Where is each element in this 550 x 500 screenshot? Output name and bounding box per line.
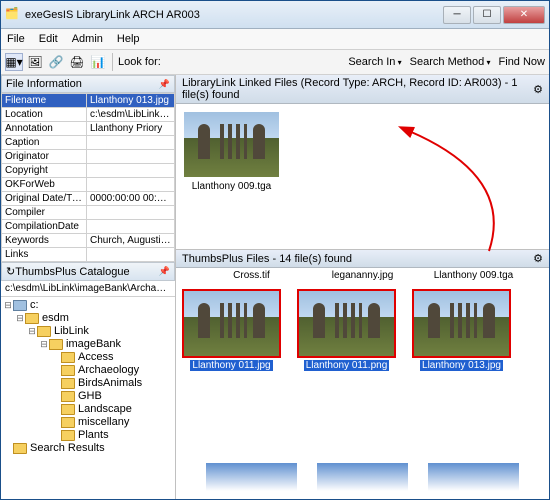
- titlebar: 🗂️ exeGesIS LibraryLink ARCH AR003 ─ ☐ ✕: [1, 1, 549, 29]
- pin-icon[interactable]: 📌: [159, 266, 170, 277]
- app-icon: 🗂️: [5, 7, 21, 23]
- file-info-row[interactable]: FilenameLlanthony 013.jpg: [2, 94, 175, 108]
- file-info-table: FilenameLlanthony 013.jpgLocationc:\esdm…: [1, 93, 175, 262]
- tree-node[interactable]: ⊟c:: [1, 299, 175, 312]
- thumb-selected[interactable]: Llanthony 013.jpg: [414, 291, 509, 371]
- look-for-label: Look for:: [118, 56, 161, 68]
- thumb-selected[interactable]: Llanthony 011.jpg: [184, 291, 279, 371]
- file-info-row[interactable]: Links: [2, 248, 175, 262]
- tree-node[interactable]: Plants: [1, 429, 175, 442]
- file-info-header: File Information 📌: [1, 75, 175, 93]
- separator: [112, 53, 113, 71]
- grid-view-icon[interactable]: ▦▾: [5, 53, 23, 71]
- search-method-dropdown[interactable]: Search Method: [410, 56, 491, 68]
- tree-node[interactable]: ⊟LibLink: [1, 325, 175, 338]
- linked-thumb[interactable]: Llanthony 009.tga: [184, 112, 279, 192]
- catalog-path: c:\esdm\LibLink\imageBank\Archaeolo: [1, 281, 175, 297]
- file-info-row[interactable]: CompilationDate: [2, 220, 175, 234]
- gear-icon[interactable]: ⚙: [533, 83, 543, 96]
- file-info-row[interactable]: Originator: [2, 150, 175, 164]
- tool-icon-3[interactable]: 🖨: [68, 53, 86, 71]
- tree-node[interactable]: GHB: [1, 390, 175, 403]
- tool-icon-4[interactable]: 📊: [89, 53, 107, 71]
- menu-file[interactable]: File: [7, 33, 25, 45]
- catalog-header: ↻ ThumbsPlus Catalogue 📌: [1, 262, 175, 281]
- file-info-row[interactable]: OKForWeb: [2, 178, 175, 192]
- pin-icon[interactable]: 📌: [159, 79, 170, 90]
- minimize-button[interactable]: ─: [443, 6, 471, 24]
- window-title: exeGesIS LibraryLink ARCH AR003: [25, 9, 443, 21]
- linked-files-header: LibraryLink Linked Files (Record Type: A…: [176, 75, 549, 104]
- menubar: File Edit Admin Help: [1, 29, 549, 49]
- partial-thumbs-row: [176, 459, 549, 499]
- find-now-button[interactable]: Find Now: [499, 56, 545, 68]
- annotation-arrow: [339, 116, 519, 256]
- file-info-row[interactable]: Copyright: [2, 164, 175, 178]
- folder-tree[interactable]: ⊟c:⊟esdm⊟LibLink⊟imageBankAccessArchaeol…: [1, 297, 175, 457]
- thumb-name: legananny.jpg: [317, 270, 408, 281]
- maximize-button[interactable]: ☐: [473, 6, 501, 24]
- thumb-caption: Llanthony 013.jpg: [420, 360, 503, 371]
- thumb-name: Llanthony 009.tga: [428, 270, 519, 281]
- file-info-row[interactable]: AnnotationLlanthony Priory: [2, 122, 175, 136]
- menu-admin[interactable]: Admin: [72, 33, 103, 45]
- tree-node[interactable]: miscellany: [1, 416, 175, 429]
- file-info-row[interactable]: Locationc:\esdm\LibLink\im 013.jpg: [2, 108, 175, 122]
- thumb-name: Cross.tif: [206, 270, 297, 281]
- search-in-dropdown[interactable]: Search In: [348, 56, 401, 68]
- tree-node[interactable]: BirdsAnimals: [1, 377, 175, 390]
- toolbar: ▦▾ 🖼 🔗 🖨 📊 Look for: Search In Search Me…: [1, 49, 549, 75]
- tree-node[interactable]: Search Results: [1, 442, 175, 455]
- file-info-row[interactable]: Caption: [2, 136, 175, 150]
- file-info-row[interactable]: Original Date/Time0000:00:00 00:00:00: [2, 192, 175, 206]
- tree-node[interactable]: ⊟imageBank: [1, 338, 175, 351]
- menu-help[interactable]: Help: [117, 33, 140, 45]
- tree-node[interactable]: Archaeology: [1, 364, 175, 377]
- thumb-names-row: Cross.tif legananny.jpg Llanthony 009.tga: [176, 268, 549, 283]
- gear-icon[interactable]: ⚙: [533, 252, 543, 265]
- refresh-icon[interactable]: ↻: [6, 265, 15, 278]
- file-info-row[interactable]: KeywordsChurch, Augustinian, Priory: [2, 234, 175, 248]
- menu-edit[interactable]: Edit: [39, 33, 58, 45]
- close-button[interactable]: ✕: [503, 6, 545, 24]
- file-info-row[interactable]: Compiler: [2, 206, 175, 220]
- thumb-selected[interactable]: Llanthony 011.png: [299, 291, 394, 371]
- thumbs-header: ThumbsPlus Files - 14 file(s) found ⚙: [176, 250, 549, 268]
- tool-icon-2[interactable]: 🔗: [47, 53, 65, 71]
- thumb-caption: Llanthony 011.png: [304, 360, 390, 371]
- thumb-caption: Llanthony 011.jpg: [190, 360, 272, 371]
- tree-node[interactable]: Access: [1, 351, 175, 364]
- thumb-caption: Llanthony 009.tga: [192, 181, 272, 192]
- tree-node[interactable]: Landscape: [1, 403, 175, 416]
- tool-icon-1[interactable]: 🖼: [26, 53, 44, 71]
- tree-node[interactable]: ⊟esdm: [1, 312, 175, 325]
